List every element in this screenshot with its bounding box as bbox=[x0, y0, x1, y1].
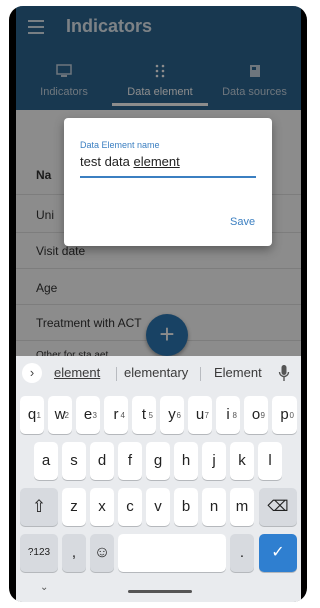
key-char: q bbox=[27, 406, 37, 423]
microphone-icon[interactable] bbox=[278, 364, 290, 382]
key-char: e bbox=[83, 406, 93, 423]
suggestion-strip: › element elementary Element bbox=[16, 356, 301, 390]
space-key[interactable] bbox=[118, 534, 226, 572]
suggestion-1[interactable]: element bbox=[54, 365, 100, 380]
key-hint: 5 bbox=[148, 411, 153, 420]
key-a[interactable]: a bbox=[34, 442, 58, 480]
key-char: o bbox=[251, 406, 261, 423]
save-button[interactable]: Save bbox=[230, 216, 255, 228]
key-e[interactable]: e3 bbox=[76, 396, 100, 434]
key-hint: 6 bbox=[176, 411, 181, 420]
key-char: r bbox=[113, 406, 119, 423]
field-label: Data Element name bbox=[80, 140, 160, 150]
comma-key[interactable]: , bbox=[62, 534, 86, 572]
enter-key[interactable]: ✓ bbox=[259, 534, 297, 572]
key-n[interactable]: n bbox=[202, 488, 226, 526]
key-hint: 9 bbox=[260, 411, 265, 420]
chevron-right-icon[interactable]: › bbox=[22, 363, 42, 383]
key-d[interactable]: d bbox=[90, 442, 114, 480]
key-z[interactable]: z bbox=[62, 488, 86, 526]
key-s[interactable]: s bbox=[62, 442, 86, 480]
home-handle[interactable] bbox=[128, 590, 192, 593]
key-t[interactable]: t5 bbox=[132, 396, 156, 434]
key-k[interactable]: k bbox=[230, 442, 254, 480]
key-hint: 0 bbox=[289, 411, 294, 420]
key-hint: 4 bbox=[120, 411, 125, 420]
data-element-dialog: Data Element name test data element Save bbox=[64, 118, 272, 246]
key-v[interactable]: v bbox=[146, 488, 170, 526]
screen: Indicators Indicators Data element Data … bbox=[16, 6, 301, 602]
key-hint: 2 bbox=[64, 411, 69, 420]
key-u[interactable]: u7 bbox=[188, 396, 212, 434]
data-element-name-input[interactable]: test data element bbox=[80, 154, 180, 169]
key-m[interactable]: m bbox=[230, 488, 254, 526]
key-w[interactable]: w2 bbox=[48, 396, 72, 434]
key-l[interactable]: l bbox=[258, 442, 282, 480]
key-hint: 1 bbox=[36, 411, 41, 420]
key-hint: 8 bbox=[232, 411, 237, 420]
key-hint: 7 bbox=[204, 411, 209, 420]
key-y[interactable]: y6 bbox=[160, 396, 184, 434]
key-c[interactable]: c bbox=[118, 488, 142, 526]
key-f[interactable]: f bbox=[118, 442, 142, 480]
backspace-key[interactable]: ⌫ bbox=[259, 488, 297, 526]
key-hint: 3 bbox=[92, 411, 97, 420]
period-key[interactable]: . bbox=[230, 534, 254, 572]
emoji-key[interactable]: ☺ bbox=[90, 534, 114, 572]
key-b[interactable]: b bbox=[174, 488, 198, 526]
key-char: t bbox=[141, 406, 147, 423]
divider bbox=[200, 367, 201, 381]
hide-keyboard-icon[interactable]: ⌄ bbox=[40, 582, 48, 593]
key-h[interactable]: h bbox=[174, 442, 198, 480]
input-underline bbox=[80, 176, 256, 178]
soft-keyboard: › element elementary Element q1 w2 e3 r4… bbox=[16, 356, 301, 602]
divider bbox=[116, 367, 117, 381]
key-char: i bbox=[226, 406, 230, 423]
key-g[interactable]: g bbox=[146, 442, 170, 480]
symbols-key[interactable]: ?123 bbox=[20, 534, 58, 572]
key-j[interactable]: j bbox=[202, 442, 226, 480]
key-char: p bbox=[280, 406, 289, 423]
system-nav-bar: ⌄ bbox=[16, 578, 301, 602]
key-o[interactable]: o9 bbox=[244, 396, 268, 434]
suggestion-2[interactable]: elementary bbox=[124, 365, 188, 380]
device-frame: Indicators Indicators Data element Data … bbox=[9, 6, 307, 602]
input-composing-word: element bbox=[133, 154, 180, 169]
key-char: u bbox=[195, 406, 205, 423]
input-text: test data bbox=[80, 154, 134, 169]
shift-key[interactable]: ⇧ bbox=[20, 488, 58, 526]
key-q[interactable]: q1 bbox=[20, 396, 44, 434]
key-x[interactable]: x bbox=[90, 488, 114, 526]
key-r[interactable]: r4 bbox=[104, 396, 128, 434]
suggestion-3[interactable]: Element bbox=[214, 365, 262, 380]
key-char: y bbox=[168, 406, 176, 423]
key-p[interactable]: p0 bbox=[272, 396, 297, 434]
key-i[interactable]: i8 bbox=[216, 396, 240, 434]
